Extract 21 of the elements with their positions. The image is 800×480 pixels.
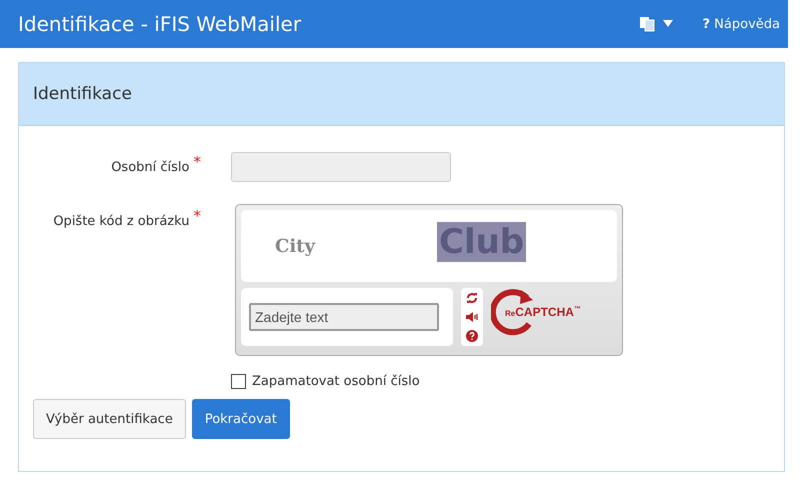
required-mark: * [194,153,201,171]
help-icon[interactable] [466,330,478,342]
captcha-input[interactable]: Zadejte text [249,303,439,331]
field-label: Opište kód z obrázku [53,214,190,229]
audio-icon[interactable] [465,310,479,323]
field-label: Osobní číslo [111,160,190,175]
remember-checkbox[interactable] [231,374,246,389]
panel-title: Identifikace [33,84,132,104]
auth-choice-button[interactable]: Výběr autentifikace [33,399,186,439]
refresh-icon[interactable] [466,292,478,304]
app-title: Identifikace - iFIS WebMailer [18,12,302,36]
language-menu-button[interactable] [638,16,672,32]
captcha-word: City [275,236,315,257]
caret-icon [662,20,672,28]
required-mark: * [194,207,201,225]
continue-button[interactable]: Pokračovat [192,399,290,439]
personal-number-input[interactable] [231,152,451,182]
translate-icon [638,16,654,32]
recaptcha-logo: ReCAPTCHA$^{™}$ [491,288,581,336]
help-link[interactable]: ? Nápověda [702,16,780,32]
checkbox-label: Zapamatovat osobní číslo [252,374,420,389]
